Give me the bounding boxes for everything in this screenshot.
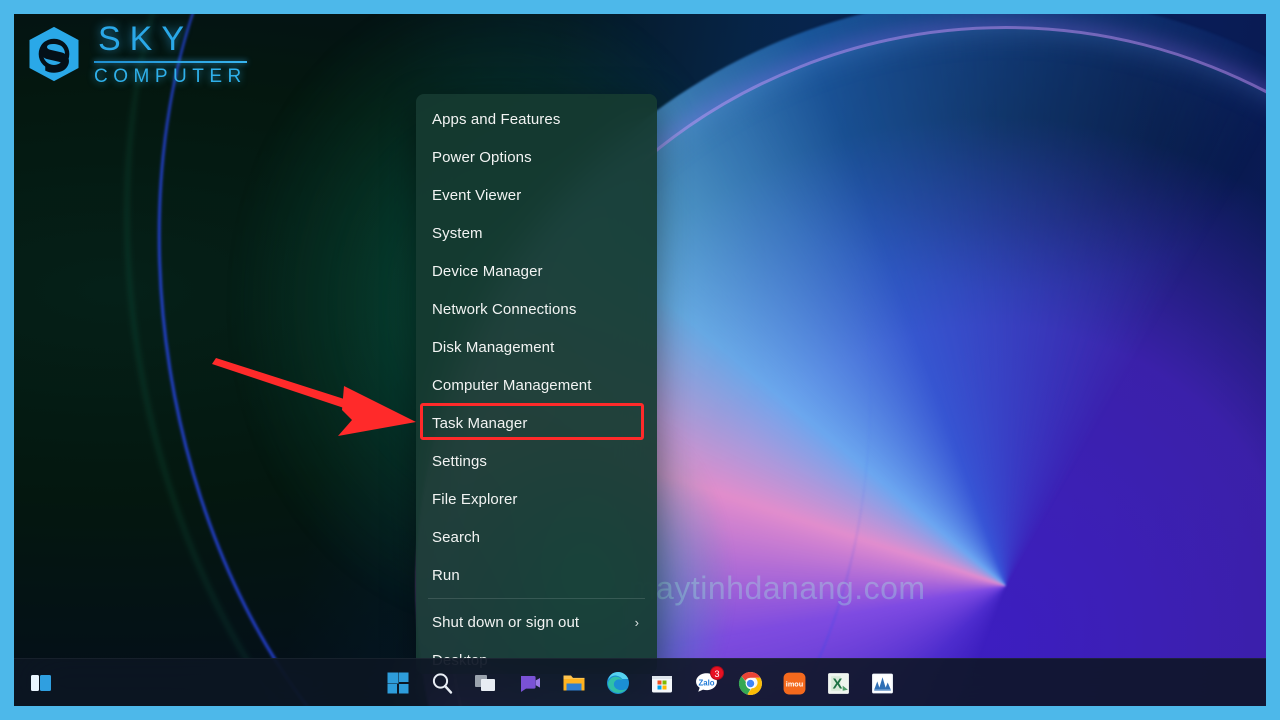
menu-item-label: Search bbox=[432, 528, 481, 546]
menu-item-event-viewer[interactable]: Event Viewer bbox=[416, 176, 657, 214]
brand-logo-text: SKY COMPUTER bbox=[94, 22, 247, 86]
chrome-icon[interactable] bbox=[737, 670, 763, 696]
menu-item-label: Task Manager bbox=[432, 414, 528, 432]
menu-item-settings[interactable]: Settings bbox=[416, 442, 657, 480]
desktop[interactable]: huamaytinhdanang.com SKY COMPUTER Apps a… bbox=[14, 14, 1266, 706]
brand-divider bbox=[94, 61, 247, 63]
menu-item-shut-down-or-sign-out[interactable]: Shut down or sign out › bbox=[416, 603, 657, 641]
menu-item-label: Apps and Features bbox=[432, 110, 561, 128]
menu-item-label: File Explorer bbox=[432, 490, 518, 508]
zalo-icon[interactable]: Zalo 3 bbox=[693, 666, 724, 696]
chevron-right-icon: › bbox=[634, 614, 639, 630]
menu-item-label: System bbox=[432, 224, 483, 242]
menu-item-system[interactable]: System bbox=[416, 214, 657, 252]
menu-item-task-manager[interactable]: Task Manager bbox=[416, 404, 657, 442]
edge-icon[interactable] bbox=[605, 670, 631, 696]
excel-icon[interactable]: X bbox=[825, 670, 851, 696]
taskbar-center-group[interactable]: Zalo 3 imou X bbox=[14, 659, 1266, 706]
menu-item-search[interactable]: Search bbox=[416, 518, 657, 556]
menu-separator bbox=[428, 598, 645, 599]
chart-app-icon[interactable] bbox=[869, 670, 895, 696]
menu-item-file-explorer[interactable]: File Explorer bbox=[416, 480, 657, 518]
menu-item-label: Computer Management bbox=[432, 376, 592, 394]
brand-name-secondary: COMPUTER bbox=[94, 66, 247, 87]
menu-item-label: Disk Management bbox=[432, 338, 555, 356]
taskbar[interactable]: Zalo 3 imou X bbox=[14, 658, 1266, 706]
menu-item-apps-and-features[interactable]: Apps and Features bbox=[416, 100, 657, 138]
imou-icon[interactable]: imou bbox=[781, 670, 807, 696]
brand-name-primary: SKY bbox=[98, 20, 194, 58]
menu-item-label: Network Connections bbox=[432, 300, 577, 318]
chat-icon[interactable] bbox=[517, 670, 543, 696]
hexagon-s-icon bbox=[29, 26, 79, 82]
menu-item-label: Settings bbox=[432, 452, 487, 470]
search-icon[interactable] bbox=[429, 670, 455, 696]
svg-text:Zalo: Zalo bbox=[698, 678, 714, 687]
menu-item-device-manager[interactable]: Device Manager bbox=[416, 252, 657, 290]
menu-item-disk-management[interactable]: Disk Management bbox=[416, 328, 657, 366]
start-icon[interactable] bbox=[385, 670, 411, 696]
brand-logo: SKY COMPUTER bbox=[26, 22, 247, 86]
microsoft-store-icon[interactable] bbox=[649, 670, 675, 696]
file-explorer-icon[interactable] bbox=[561, 670, 587, 696]
screenshot-frame: huamaytinhdanang.com SKY COMPUTER Apps a… bbox=[0, 0, 1280, 720]
menu-item-computer-management[interactable]: Computer Management bbox=[416, 366, 657, 404]
menu-item-label: Run bbox=[432, 566, 460, 584]
menu-item-label: Device Manager bbox=[432, 262, 543, 280]
winx-context-menu[interactable]: Apps and Features Power Options Event View… bbox=[416, 94, 657, 674]
menu-item-label: Shut down or sign out bbox=[432, 613, 580, 631]
svg-text:X: X bbox=[832, 676, 842, 692]
menu-item-label: Power Options bbox=[432, 148, 532, 166]
menu-item-label: Event Viewer bbox=[432, 186, 522, 204]
menu-item-power-options[interactable]: Power Options bbox=[416, 138, 657, 176]
menu-item-network-connections[interactable]: Network Connections bbox=[416, 290, 657, 328]
menu-item-run[interactable]: Run bbox=[416, 556, 657, 594]
zalo-badge: 3 bbox=[710, 666, 724, 680]
svg-text:imou: imou bbox=[785, 679, 802, 688]
task-view-icon[interactable] bbox=[473, 670, 499, 696]
